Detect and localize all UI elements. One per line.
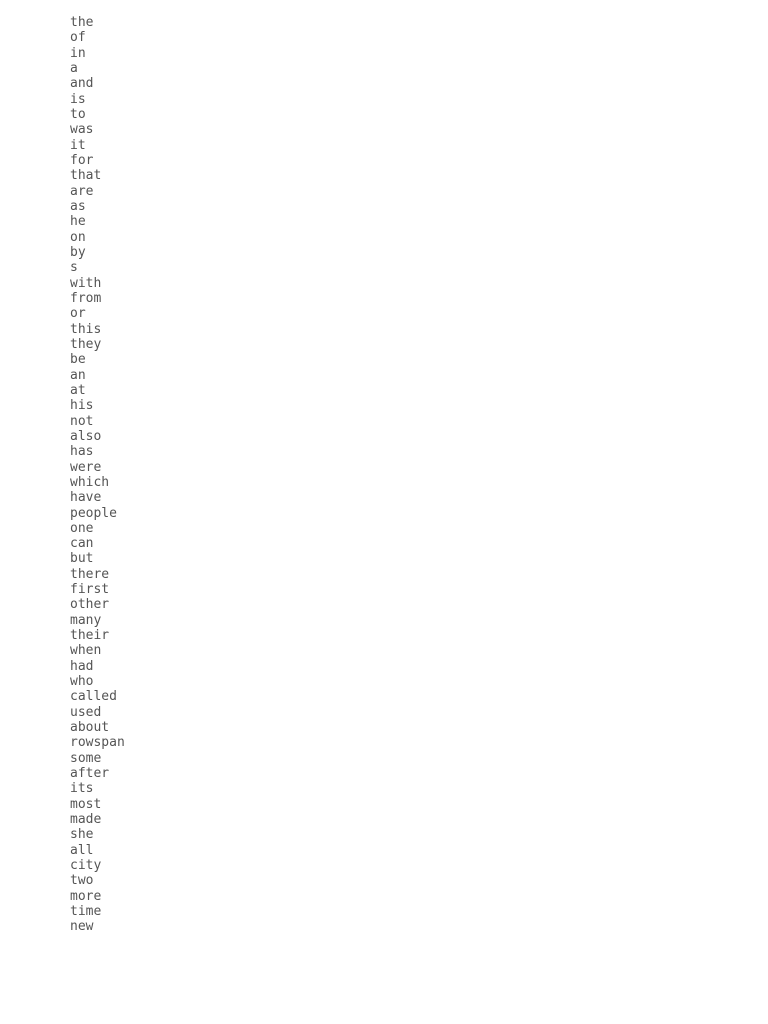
list-item: s bbox=[70, 260, 78, 275]
list-item: about bbox=[70, 720, 109, 735]
list-item: at bbox=[70, 383, 86, 398]
list-item: he bbox=[70, 214, 86, 229]
list-item: the bbox=[70, 15, 93, 30]
word-list: theofinaandistowasitforthatareasheonbysw… bbox=[70, 15, 698, 935]
list-item: this bbox=[70, 322, 101, 337]
list-item: after bbox=[70, 766, 109, 781]
list-item: his bbox=[70, 398, 93, 413]
list-item: new bbox=[70, 919, 93, 934]
list-item: more bbox=[70, 889, 101, 904]
list-item: also bbox=[70, 429, 101, 444]
list-item: their bbox=[70, 628, 109, 643]
list-item: most bbox=[70, 797, 101, 812]
list-item: or bbox=[70, 306, 86, 321]
list-item: time bbox=[70, 904, 101, 919]
list-item: one bbox=[70, 521, 93, 536]
list-item: there bbox=[70, 567, 109, 582]
list-item: she bbox=[70, 827, 93, 842]
list-item: on bbox=[70, 230, 86, 245]
list-item: it bbox=[70, 138, 86, 153]
list-item: called bbox=[70, 689, 117, 704]
list-item: first bbox=[70, 582, 109, 597]
list-item: city bbox=[70, 858, 101, 873]
list-item: when bbox=[70, 643, 101, 658]
list-item: an bbox=[70, 368, 86, 383]
list-item: two bbox=[70, 873, 93, 888]
list-item: other bbox=[70, 597, 109, 612]
list-item: which bbox=[70, 475, 109, 490]
list-item: that bbox=[70, 168, 101, 183]
list-item: of bbox=[70, 30, 86, 45]
list-item: as bbox=[70, 199, 86, 214]
list-item: some bbox=[70, 751, 101, 766]
list-item: had bbox=[70, 659, 93, 674]
list-item: are bbox=[70, 184, 93, 199]
list-item: they bbox=[70, 337, 101, 352]
list-item: not bbox=[70, 414, 93, 429]
list-item: in bbox=[70, 46, 86, 61]
list-item: to bbox=[70, 107, 86, 122]
list-item: made bbox=[70, 812, 101, 827]
list-item: be bbox=[70, 352, 86, 367]
list-item: with bbox=[70, 276, 101, 291]
list-item: a bbox=[70, 61, 78, 76]
list-item: has bbox=[70, 444, 93, 459]
list-item: were bbox=[70, 460, 101, 475]
list-item: rowspan bbox=[70, 735, 125, 750]
list-item: for bbox=[70, 153, 93, 168]
list-item: and bbox=[70, 76, 93, 91]
list-item: can bbox=[70, 536, 93, 551]
list-item: was bbox=[70, 122, 93, 137]
list-item: who bbox=[70, 674, 93, 689]
list-item: all bbox=[70, 843, 93, 858]
list-item: but bbox=[70, 551, 93, 566]
list-item: from bbox=[70, 291, 101, 306]
list-item: have bbox=[70, 490, 101, 505]
list-item: its bbox=[70, 781, 93, 796]
list-item: people bbox=[70, 506, 117, 521]
list-item: by bbox=[70, 245, 86, 260]
list-item: used bbox=[70, 705, 101, 720]
list-item: many bbox=[70, 613, 101, 628]
list-item: is bbox=[70, 92, 86, 107]
